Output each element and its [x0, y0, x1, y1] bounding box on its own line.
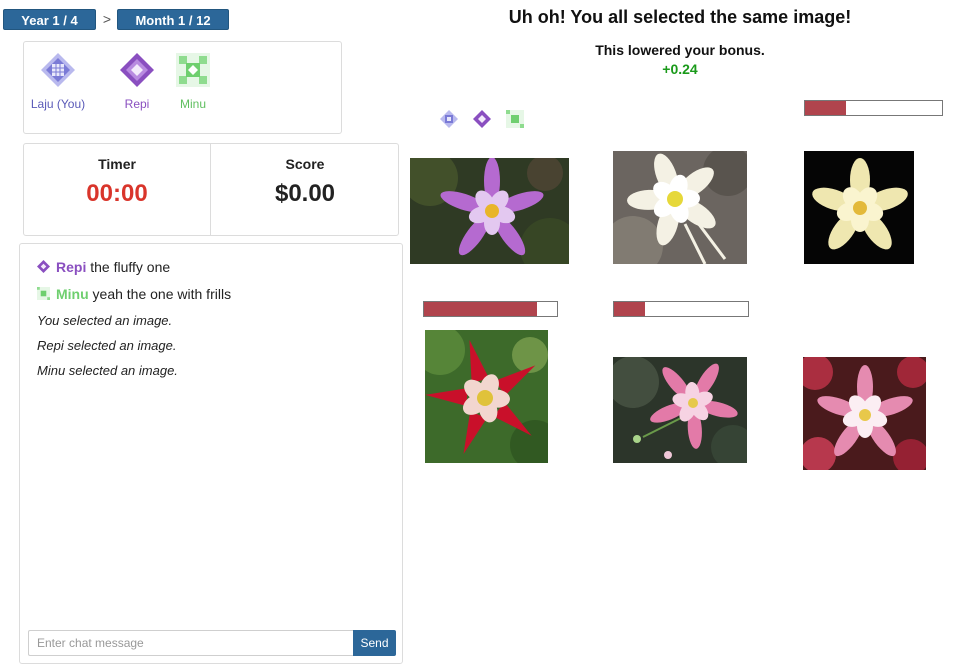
bonus-bar-fill [805, 101, 847, 115]
breadcrumb-separator: > [102, 11, 112, 27]
chat-sender: Minu [56, 286, 89, 302]
player-laju: Laju (You) [28, 52, 88, 111]
purple-diamond-icon [120, 53, 154, 87]
green-square-icon [506, 110, 524, 128]
score-label: Score [285, 156, 325, 172]
pink-white-columbine-image [803, 357, 926, 470]
flower-image-1[interactable] [410, 158, 569, 264]
send-button[interactable]: Send [353, 630, 396, 656]
score-value: $0.00 [274, 180, 336, 207]
flower-image-4[interactable] [425, 330, 548, 463]
chat-panel [19, 243, 403, 664]
player-minu: Minu [163, 52, 223, 111]
bonus-bar-flower-4 [423, 301, 558, 317]
flower-image-5[interactable] [613, 357, 747, 463]
purple-diamond-icon [473, 110, 491, 128]
bonus-bar-fill [424, 302, 538, 316]
bonus-bar-flower-3 [804, 100, 943, 116]
timer-value: 00:00 [86, 180, 148, 207]
year-progress-button[interactable]: Year 1 / 4 [3, 9, 96, 30]
purple-columbine-image [410, 158, 569, 264]
chat-text: yeah the one with frills [92, 286, 232, 302]
grid-diamond-icon [440, 110, 458, 128]
chat-message: Minu yeah the one with frills [37, 286, 231, 302]
grid-diamond-icon [41, 53, 75, 87]
bonus-bar-flower-5 [613, 301, 749, 317]
flower-image-2[interactable] [613, 151, 747, 264]
white-columbine-image [613, 151, 747, 264]
bonus-bar-fill [614, 302, 645, 316]
result-subline: This lowered your bonus. [595, 42, 765, 58]
bonus-change: +0.24 [662, 61, 698, 77]
flower-image-6[interactable] [803, 357, 926, 470]
player-name: Minu [179, 97, 206, 111]
pink-columbine-image [613, 357, 747, 463]
player-name: Laju (You) [30, 97, 86, 111]
chat-message: Repi the fluffy one [37, 259, 170, 275]
timer-label: Timer [98, 156, 136, 172]
purple-diamond-icon [37, 260, 50, 273]
system-message: Minu selected an image. [37, 363, 178, 378]
player-name: Repi [124, 97, 150, 111]
result-headline: Uh oh! You all selected the same image! [508, 7, 852, 27]
month-progress-button[interactable]: Month 1 / 12 [117, 9, 229, 30]
system-message: Repi selected an image. [37, 338, 177, 353]
red-columbine-image [425, 330, 548, 463]
chat-input[interactable] [28, 630, 354, 656]
flower-image-3[interactable] [804, 151, 914, 264]
player-repi: Repi [107, 52, 167, 111]
system-message: You selected an image. [37, 313, 173, 328]
chat-text: the fluffy one [90, 259, 171, 275]
yellow-columbine-image [804, 151, 914, 264]
chat-sender: Repi [56, 259, 87, 275]
green-square-icon [176, 53, 210, 87]
green-square-icon [37, 287, 50, 300]
